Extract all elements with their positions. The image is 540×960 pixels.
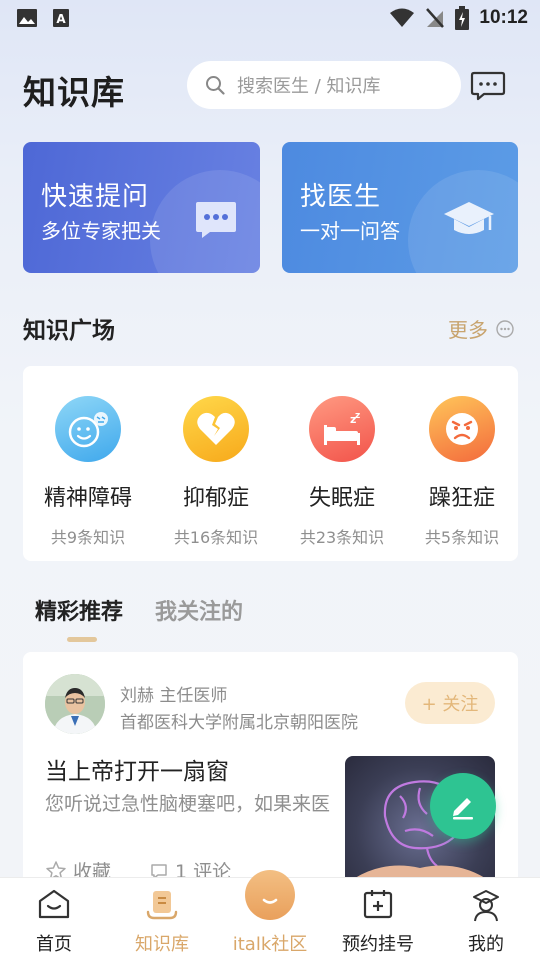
app-notification-icon: A [53, 9, 69, 27]
category-mental-disorder[interactable]: 精神障碍 共9条知识 [33, 396, 143, 548]
compose-fab[interactable] [430, 773, 496, 839]
find-doctor-card[interactable]: 找医生 一对一问答 [282, 142, 518, 273]
doctor-name: 刘赫 主任医师 [120, 686, 228, 706]
page-title: 知识库 [23, 73, 125, 112]
post-card[interactable]: 刘赫 主任医师 首都医科大学附属北京朝阳医院 + 关注 当上帝打开一扇窗 您听说… [23, 652, 518, 892]
more-label: 更多 [448, 318, 488, 342]
nav-home[interactable]: 首页 [0, 878, 108, 960]
image-notification-icon [17, 9, 37, 27]
find-doctor-subtitle: 一对一问答 [300, 219, 400, 243]
category-mania[interactable]: 躁狂症 共5条知识 [407, 396, 517, 548]
nav-label: 首页 [36, 934, 72, 955]
calendar-plus-icon [363, 890, 393, 919]
clock: 10:12 [479, 7, 528, 28]
category-insomnia[interactable]: zz 失眠症 共23条知识 [287, 396, 397, 548]
post-excerpt: 您听说过急性脑梗塞吧，如果来医 [45, 793, 331, 815]
more-link[interactable]: 更多 [448, 314, 514, 343]
knowledge-book-icon [146, 891, 178, 920]
category-depression[interactable]: 抑郁症 共16条知识 [161, 396, 271, 548]
section-title-plaza: 知识广场 [23, 318, 115, 344]
angry-face-icon [429, 396, 495, 462]
category-panel: 精神障碍 共9条知识 抑郁症 共16条知识 zz 失眠症 共23条知识 躁狂症 … [23, 366, 518, 561]
category-name: 精神障碍 [43, 486, 132, 511]
svg-text:A: A [56, 12, 66, 26]
status-bar: A 10:12 [0, 0, 540, 36]
doctor-avatar[interactable] [45, 674, 105, 734]
post-title[interactable]: 当上帝打开一扇窗 [45, 752, 229, 786]
nav-profile[interactable]: 我的 [432, 878, 540, 960]
category-count: 共16条知识 [173, 528, 259, 547]
wifi-icon [390, 8, 415, 27]
chat-bubble-icon [196, 202, 236, 238]
messages-button[interactable] [470, 70, 506, 102]
category-count: 共23条知识 [299, 528, 385, 547]
nav-knowledge[interactable]: 知识库 [108, 878, 216, 960]
find-doctor-title: 找医生 [300, 182, 382, 212]
graduation-cap-icon [444, 202, 494, 234]
quick-question-title: 快速提问 [41, 182, 150, 212]
follow-button[interactable]: + 关注 [405, 682, 495, 724]
tab-following[interactable]: 我关注的 [155, 594, 243, 626]
search-placeholder: 搜索医生 / 知识库 [237, 76, 381, 97]
broken-heart-icon [183, 396, 249, 462]
user-doctor-icon [473, 890, 499, 922]
tab-featured[interactable]: 精彩推荐 [35, 594, 123, 626]
sleep-bed-icon: zz [309, 396, 375, 462]
quick-question-subtitle: 多位专家把关 [41, 219, 161, 243]
pencil-icon [453, 798, 473, 820]
search-bar[interactable]: 搜索医生 / 知识库 [187, 61, 461, 109]
italk-center-button[interactable] [245, 870, 295, 920]
tab-indicator [67, 637, 97, 642]
category-count: 共9条知识 [50, 528, 126, 547]
home-icon [38, 889, 70, 919]
category-name: 失眠症 [308, 486, 375, 511]
nav-label: 知识库 [135, 934, 189, 955]
category-name: 躁狂症 [428, 486, 495, 511]
search-icon [206, 76, 225, 95]
quick-question-card[interactable]: 快速提问 多位专家把关 [23, 142, 260, 273]
mental-disorder-icon [55, 396, 121, 462]
nav-label: 我的 [468, 934, 504, 955]
svg-text:z: z [355, 411, 360, 421]
nav-appointment[interactable]: 预约挂号 [324, 878, 432, 960]
italk-smile-icon [262, 898, 278, 904]
more-dots-icon [496, 319, 514, 338]
category-name: 抑郁症 [182, 486, 249, 511]
category-count: 共5条知识 [424, 528, 500, 547]
nav-label: italk社区 [232, 934, 308, 955]
doctor-hospital: 首都医科大学附属北京朝阳医院 [120, 713, 358, 733]
chat-message-icon [470, 71, 506, 101]
no-signal-icon [426, 8, 445, 28]
battery-charging-icon [455, 6, 470, 30]
nav-label: 预约挂号 [342, 934, 414, 955]
